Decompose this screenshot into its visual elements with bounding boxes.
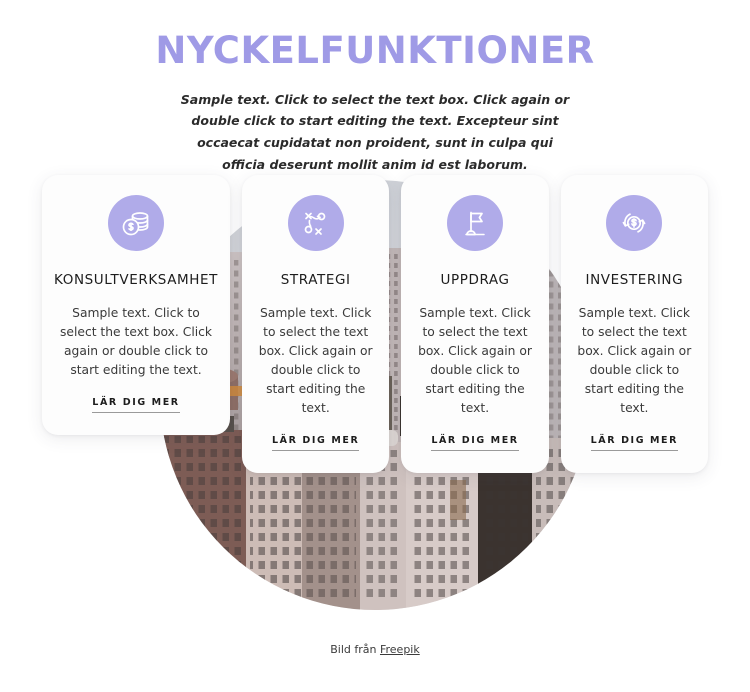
feature-card-text: Sample text. Click to select the text bo… (577, 305, 692, 415)
page-subtitle: Sample text. Click to select the text bo… (180, 91, 570, 173)
page-root: NYCKELFUNKTIONER Sample text. Click to s… (0, 0, 750, 692)
feature-card-title: KONSULTVERKSAMHET (54, 272, 219, 288)
coins-stack-dollar-icon (108, 195, 165, 251)
learn-more-link[interactable]: LÄR DIG MER (92, 397, 180, 413)
freepik-link[interactable]: Freepik (380, 643, 420, 656)
feature-card-title: STRATEGI (280, 272, 351, 288)
image-credit: Bild från Freepik (330, 643, 420, 656)
strategy-playbook-icon (287, 195, 344, 251)
page-header: NYCKELFUNKTIONER Sample text. Click to s… (0, 0, 750, 176)
feature-card-text: Sample text. Click to select the text bo… (59, 305, 213, 377)
feature-card-text: Sample text. Click to select the text bo… (418, 305, 532, 415)
currency-exchange-dollar-icon (606, 195, 663, 251)
learn-more-link[interactable]: LÄR DIG MER (590, 435, 679, 451)
learn-more-link[interactable]: LÄR DIG MER (431, 435, 519, 451)
feature-card-title: UPPDRAG (440, 272, 510, 288)
feature-card-strategi[interactable]: STRATEGI Sample text. Click to select th… (242, 175, 390, 473)
feature-card-konsultverksamhet[interactable]: KONSULTVERKSAMHET Sample text. Click to … (42, 175, 231, 435)
image-credit-prefix: Bild från (330, 643, 380, 656)
feature-cards-row: KONSULTVERKSAMHET Sample text. Click to … (42, 175, 709, 473)
page-footer: Bild från Freepik (0, 640, 750, 658)
feature-card-uppdrag[interactable]: UPPDRAG Sample text. Click to select the… (401, 175, 549, 473)
flag-icon (447, 195, 504, 251)
page-title: NYCKELFUNKTIONER (155, 29, 595, 72)
feature-card-text: Sample text. Click to select the text bo… (258, 305, 373, 415)
feature-card-investering[interactable]: INVESTERING Sample text. Click to select… (560, 175, 709, 473)
learn-more-link[interactable]: LÄR DIG MER (271, 435, 360, 451)
feature-card-title: INVESTERING (585, 272, 684, 288)
